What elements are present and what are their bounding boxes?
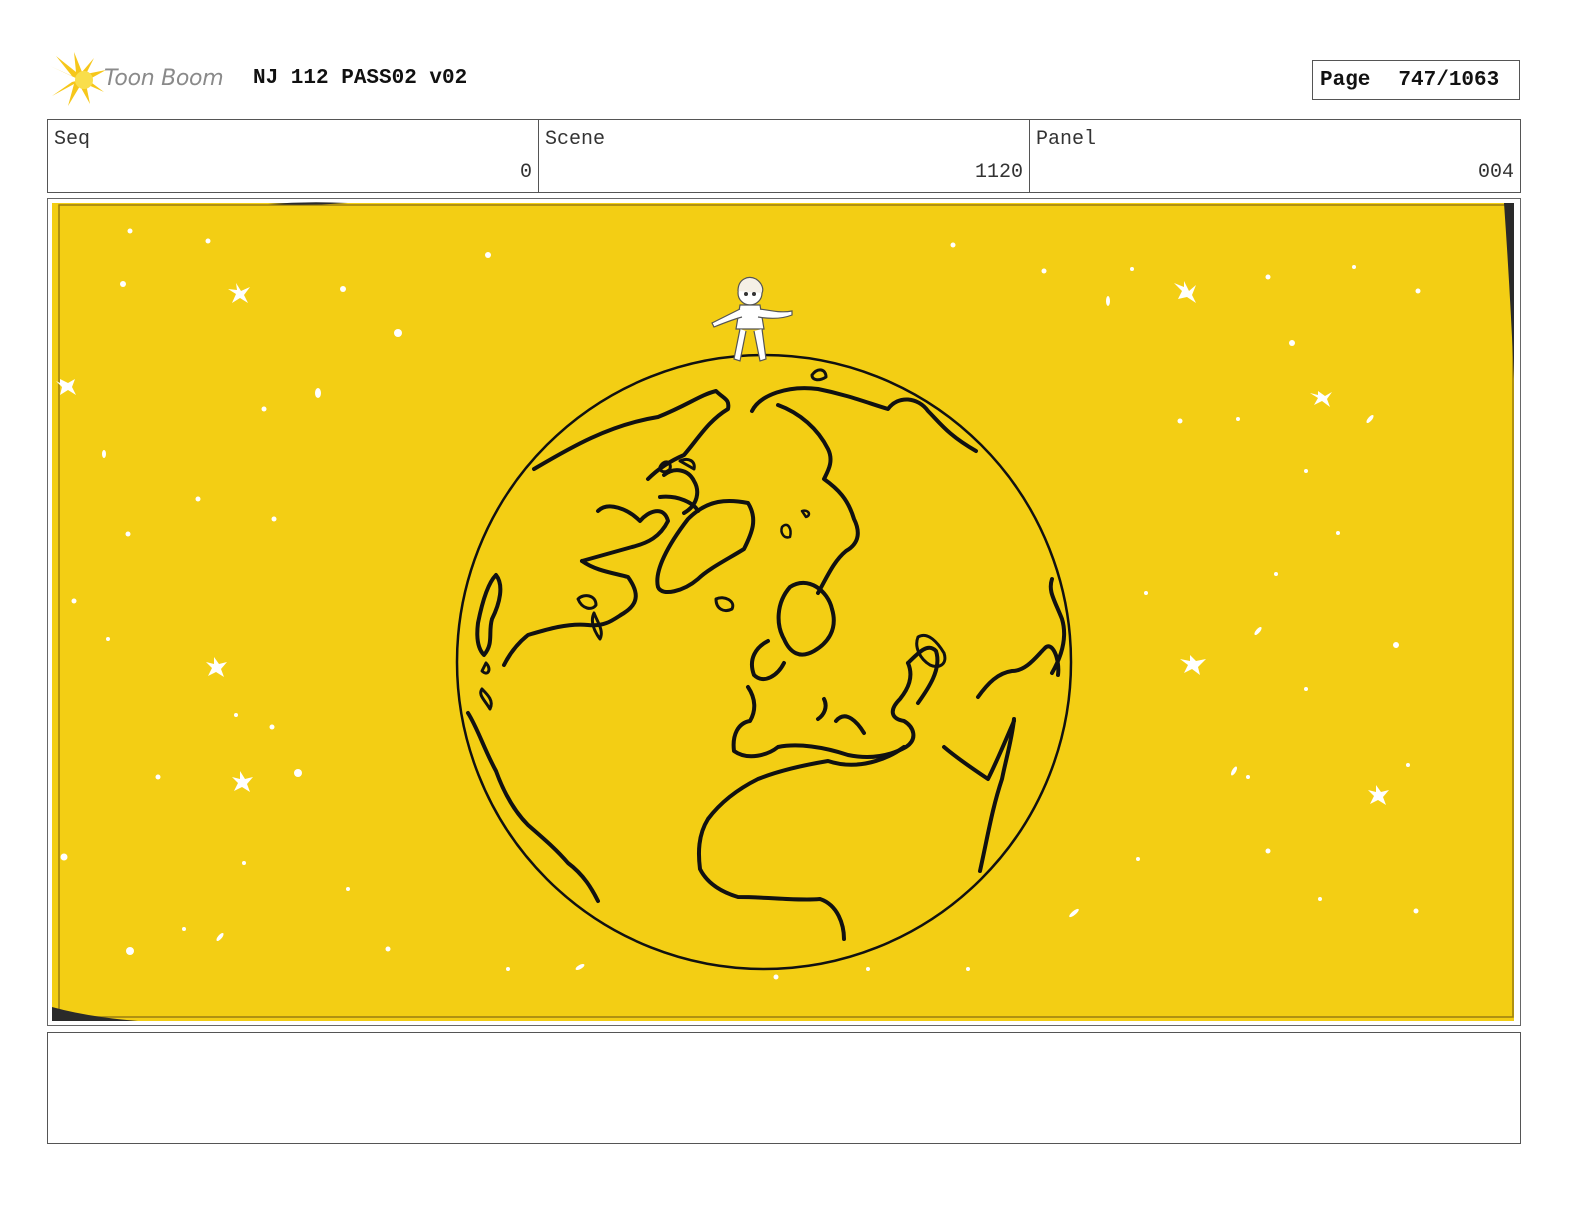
page-label: Page bbox=[1320, 68, 1371, 92]
document-title: NJ 112 PASS02 v02 bbox=[253, 67, 468, 90]
page-indicator: Page 747/1063 bbox=[1312, 60, 1520, 100]
seq-value: 0 bbox=[519, 161, 532, 184]
seq-cell: Seq 0 bbox=[48, 120, 539, 192]
toon-boom-logo: Toon Boom bbox=[50, 52, 240, 108]
scene-label: Scene bbox=[545, 128, 606, 151]
panel-label: Panel bbox=[1036, 128, 1097, 151]
scene-value: 1120 bbox=[974, 161, 1023, 184]
logo-burst-icon bbox=[50, 52, 106, 106]
scene-cell: Scene 1120 bbox=[539, 120, 1030, 192]
panel-artwork bbox=[52, 202, 1514, 1021]
panel-cell: Panel 004 bbox=[1030, 120, 1520, 192]
panel-value: 004 bbox=[1477, 161, 1514, 184]
scene-info-table: Seq 0 Scene 1120 Panel 004 bbox=[47, 119, 1521, 193]
panel-notes bbox=[47, 1032, 1521, 1144]
storyboard-panel bbox=[47, 198, 1521, 1026]
seq-label: Seq bbox=[54, 128, 91, 151]
logo-text: Toon Boom bbox=[104, 66, 224, 91]
page-number: 747/1063 bbox=[1398, 68, 1500, 92]
